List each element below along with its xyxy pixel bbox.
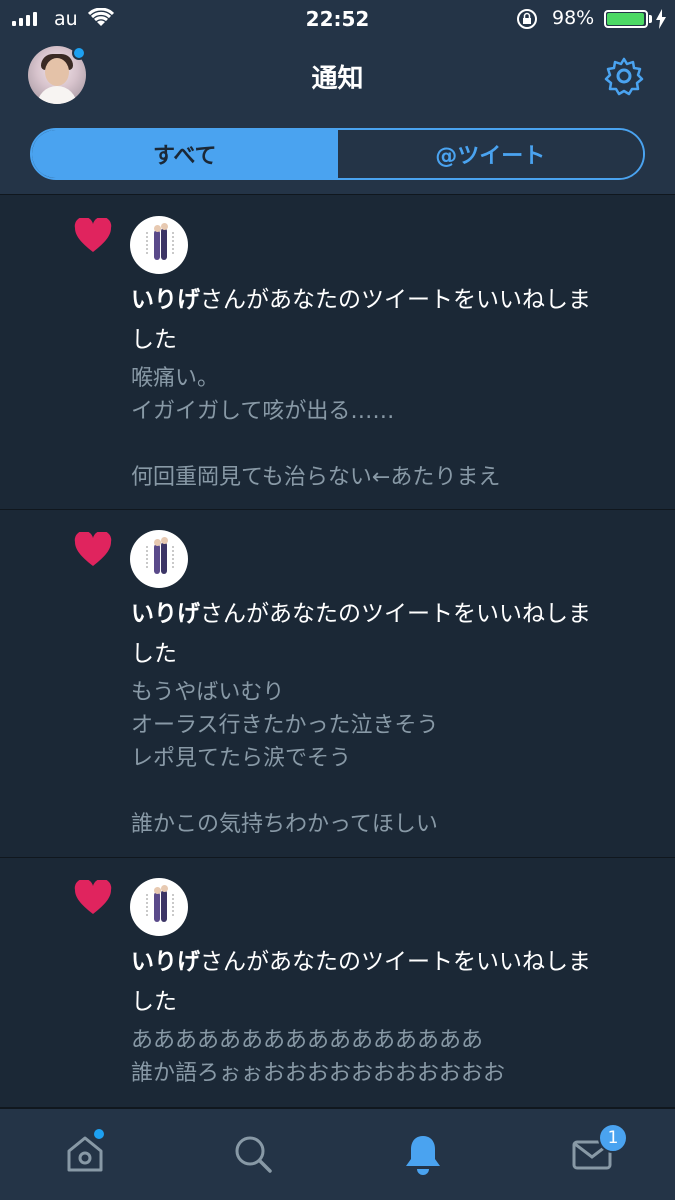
action-text: さんがあなたのツイートをいいねしま <box>200 287 591 313</box>
notification-headline: いりげさんがあなたのツイートをいいねしま した <box>131 280 641 360</box>
tweet-line: 何回重岡見ても治らない←あたりまえ <box>131 465 501 490</box>
status-bar: au 22:52 98% <box>0 0 675 38</box>
heart-icon <box>74 532 112 566</box>
page-title: 通知 <box>311 64 364 94</box>
orientation-lock-icon <box>517 9 537 29</box>
header: 通知 すべて @ツイート <box>0 38 675 195</box>
tweet-line: 喉痛い。 <box>131 366 220 391</box>
bottom-tab-bar: 1 <box>0 1108 675 1200</box>
heart-icon <box>74 880 112 914</box>
tweet-line: イガイガして咳が出る…… <box>131 399 395 424</box>
home-new-dot <box>94 1129 104 1139</box>
charging-bolt-icon <box>656 9 666 29</box>
notification-list: いりげさんがあなたのツイートをいいねしま した 喉痛い。 イガイガして咳が出る…… <box>0 196 675 1108</box>
battery-percent: 98% <box>552 7 595 29</box>
messages-badge: 1 <box>598 1123 628 1153</box>
tweet-preview[interactable]: 喉痛い。 イガイガして咳が出る…… 何回重岡見ても治らない←あたりまえ <box>131 362 651 494</box>
notification-headline: いりげさんがあなたのツイートをいいねしま した <box>131 594 641 674</box>
action-text-cont: した <box>131 327 177 353</box>
tab-mentions[interactable]: @ツイート <box>337 130 643 178</box>
search-icon[interactable] <box>232 1133 274 1175</box>
tweet-line: 誰か語ろぉぉおおおおおおおおおおお <box>131 1061 506 1086</box>
action-text-cont: した <box>131 641 177 667</box>
heart-icon <box>74 218 112 252</box>
tab-all[interactable]: すべて <box>32 130 338 178</box>
notification-item[interactable]: いりげさんがあなたのツイートをいいねしま した もうやばいむり オーラス行きたか… <box>0 510 675 858</box>
tweet-preview[interactable]: ああああああああああああああああ 誰か語ろぉぉおおおおおおおおおおお <box>131 1024 651 1090</box>
settings-gear-icon[interactable] <box>604 56 644 96</box>
user-avatar[interactable] <box>130 878 188 936</box>
battery-tip <box>649 15 652 23</box>
home-icon[interactable] <box>64 1133 106 1175</box>
username[interactable]: いりげ <box>131 287 200 313</box>
username[interactable]: いりげ <box>131 949 200 975</box>
battery-icon <box>604 10 648 28</box>
action-text: さんがあなたのツイートをいいねしま <box>200 601 591 627</box>
action-text: さんがあなたのツイートをいいねしま <box>200 949 591 975</box>
notification-filter-segmented-control: すべて @ツイート <box>30 128 645 180</box>
user-avatar[interactable] <box>130 216 188 274</box>
tweet-line: レポ見てたら涙でそう <box>131 746 352 771</box>
tweet-line: 誰かこの気持ちわかってほしい <box>131 812 438 837</box>
notifications-bell-icon[interactable] <box>402 1133 444 1177</box>
tweet-line: オーラス行きたかった泣きそう <box>131 713 439 738</box>
notification-item[interactable]: いりげさんがあなたのツイートをいいねしま した ああああああああああああああああ… <box>0 858 675 1108</box>
notification-item[interactable]: いりげさんがあなたのツイートをいいねしま した 喉痛い。 イガイガして咳が出る…… <box>0 196 675 510</box>
tweet-line: ああああああああああああああああ <box>131 1028 484 1053</box>
action-text-cont: した <box>131 989 177 1015</box>
notification-headline: いりげさんがあなたのツイートをいいねしま した <box>131 942 641 1022</box>
username[interactable]: いりげ <box>131 601 200 627</box>
tweet-line: もうやばいむり <box>131 680 285 705</box>
tweet-preview[interactable]: もうやばいむり オーラス行きたかった泣きそう レポ見てたら涙でそう 誰かこの気持… <box>131 676 651 841</box>
user-avatar[interactable] <box>130 530 188 588</box>
